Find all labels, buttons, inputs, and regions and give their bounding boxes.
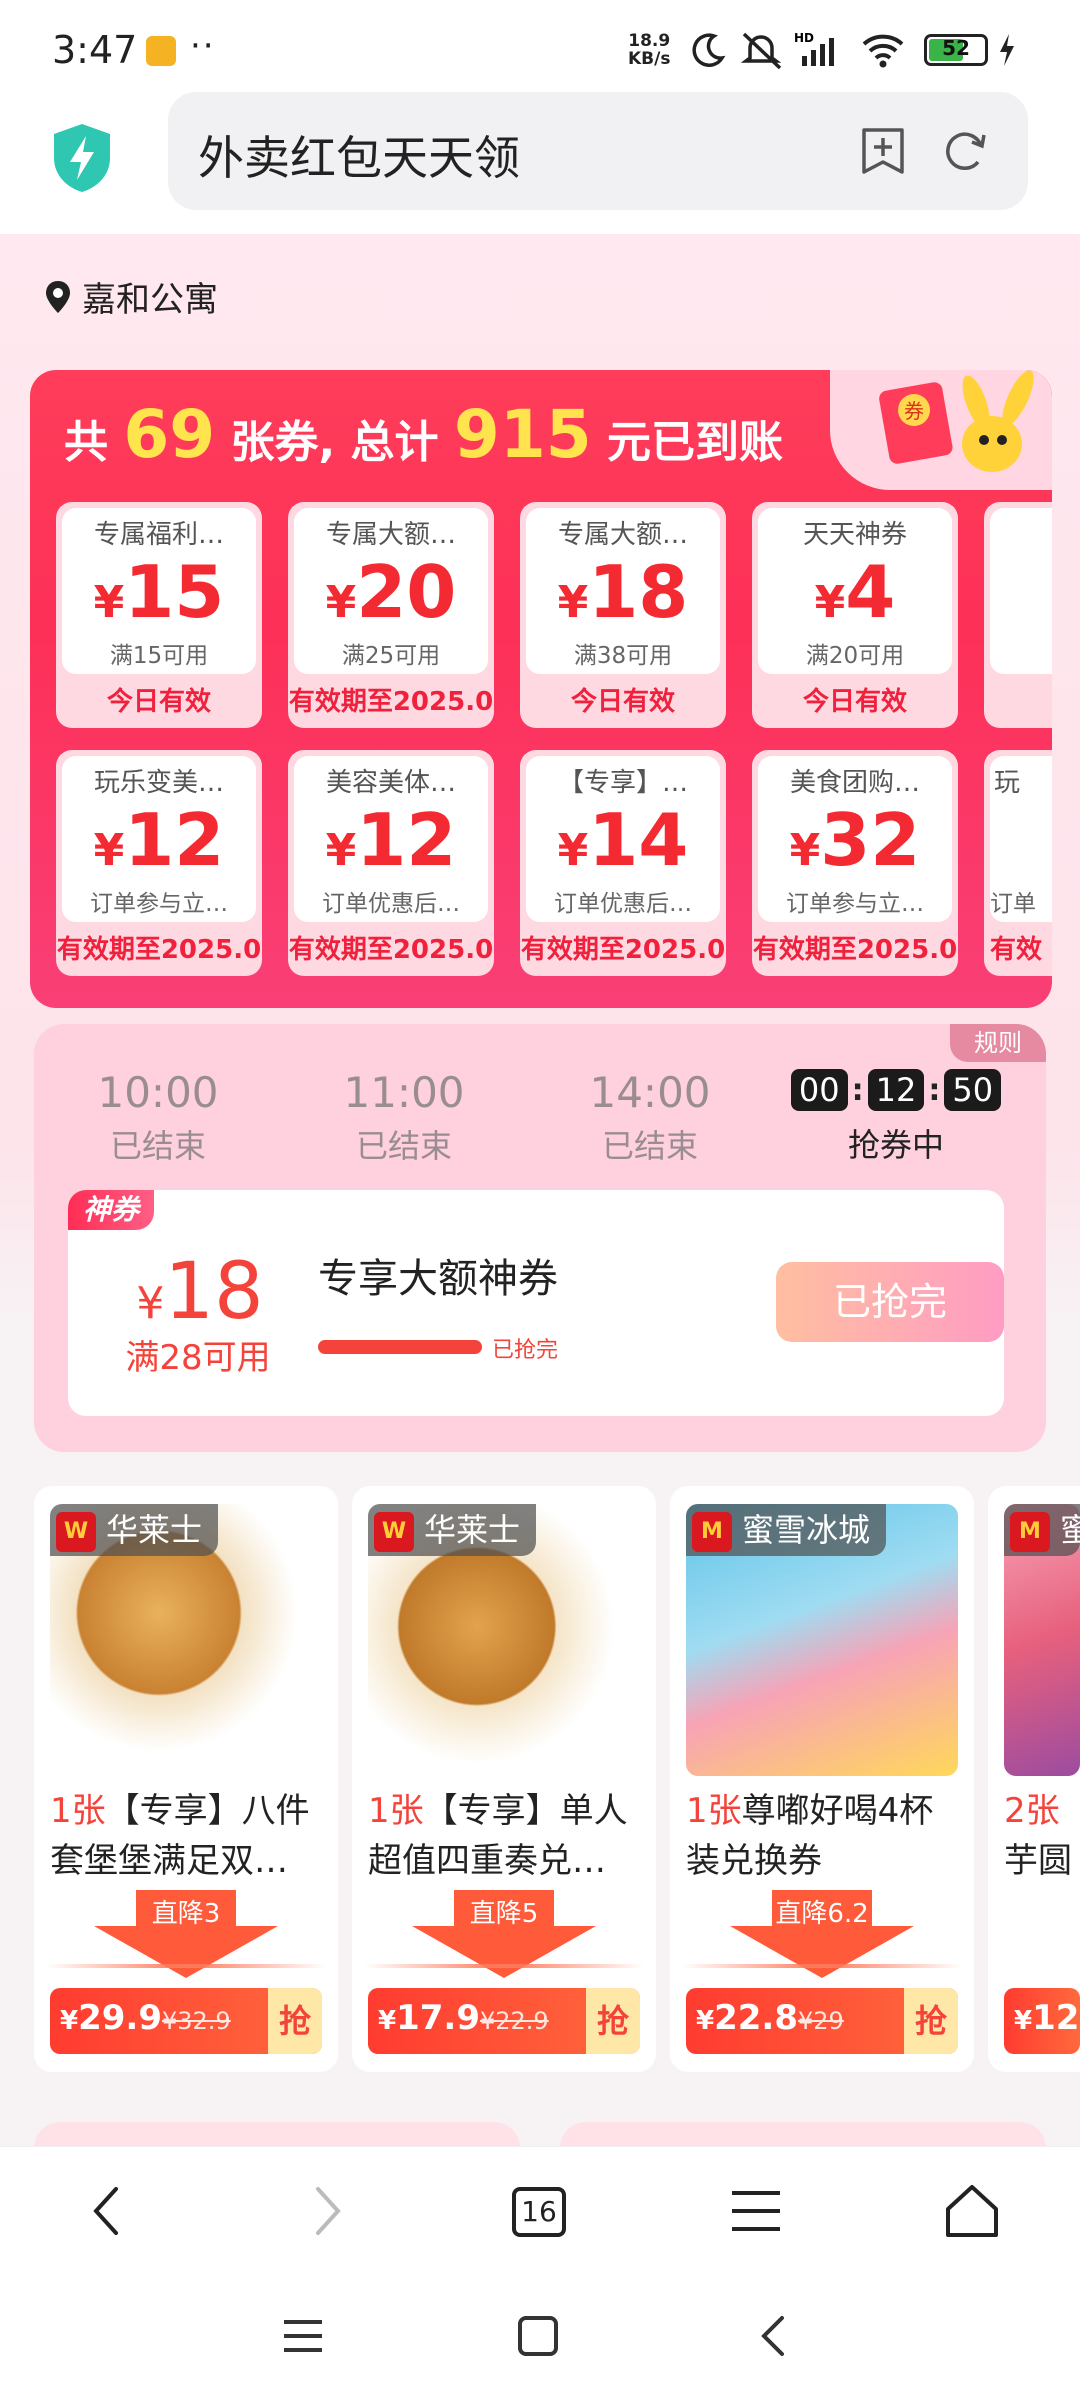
grab-button[interactable]: 抢: [586, 1988, 640, 2054]
coupon-summary-panel: 共 69 张券, 总计 915 元已到账 券 专属福利… ¥15 满15可用 今日有效…: [30, 370, 1052, 1008]
coupon-total: 915: [453, 396, 592, 473]
browser-toolbar: 16: [0, 2146, 1080, 2274]
coupon-card[interactable]: 天天神券 ¥4 满20可用 今日有效: [752, 502, 958, 728]
coupon-card-partial[interactable]: 玩订单 有效: [984, 750, 1052, 976]
buy-bar[interactable]: ¥12: [1004, 1988, 1080, 2054]
coupon-card[interactable]: 专属福利… ¥15 满15可用 今日有效: [56, 502, 262, 728]
coupon-card-partial[interactable]: [984, 502, 1052, 728]
time-slot[interactable]: 11:00 已结束: [304, 1068, 504, 1167]
grab-button[interactable]: 抢: [904, 1988, 958, 2054]
home-icon[interactable]: [942, 2181, 1002, 2241]
coupon-row-2: 玩乐变美… ¥12 订单参与立… 有效期至2025.0 美容美体… ¥12 订单优惠后… 有…: [56, 750, 1052, 976]
svg-text:直降3: 直降3: [152, 1899, 221, 1929]
svg-text:券: 券: [904, 399, 924, 423]
address-bar: 外卖红包天天领: [0, 92, 1080, 234]
charging-icon: [1000, 34, 1014, 66]
url-text[interactable]: 外卖红包天天领: [198, 122, 520, 188]
time-slot-active[interactable]: 00: 12: 50 抢券中: [790, 1068, 1002, 1166]
coupon-card[interactable]: 玩乐变美… ¥12 订单参与立… 有效期至2025.0: [56, 750, 262, 976]
system-back-icon[interactable]: [750, 2312, 800, 2362]
mixue-logo-icon: M: [692, 1512, 732, 1552]
add-bookmark-icon[interactable]: [858, 124, 908, 178]
back-icon[interactable]: [82, 2181, 132, 2241]
wifi-icon: [862, 34, 904, 68]
time-slot[interactable]: 10:00 已结束: [58, 1068, 258, 1167]
url-field[interactable]: 外卖红包天天领: [168, 92, 1028, 210]
coupon-headline: 共 69 张券, 总计 915 元已到账: [64, 396, 783, 473]
forward-icon[interactable]: [302, 2181, 352, 2241]
product-card[interactable]: 华莱士 W 1张【专享】单人超值四重奏兑… 直降5 ¥17.9¥22.9 抢: [352, 1486, 656, 2072]
coupon-card[interactable]: 【专享】… ¥14 订单优惠后… 有效期至2025.0: [520, 750, 726, 976]
svg-text:直降6.2: 直降6.2: [775, 1899, 868, 1929]
product-card[interactable]: 蜜雪冰城 M 1张尊嘟好喝4杯装兑换券 直降6.2 ¥22.8¥29 抢: [670, 1486, 974, 2072]
product-title: 2张 芋圆: [1004, 1791, 1072, 1881]
coupon-row-1: 专属福利… ¥15 满15可用 今日有效 专属大额… ¥20 满25可用 有效期至2025.…: [56, 502, 1052, 728]
status-bar: 3:47 ·· 18.9 KB/s HD 52: [0, 0, 1080, 92]
buy-bar[interactable]: ¥22.8¥29 抢: [686, 1988, 958, 2054]
product-card-partial[interactable]: 蜜 M 2张 芋圆 ¥12: [988, 1486, 1080, 2072]
flash-deal-card[interactable]: ¥18 满28可用 专享大额神券 已抢完 已抢完: [68, 1190, 1004, 1416]
mixue-logo-icon: M: [1010, 1512, 1050, 1552]
more-notifications-icon: ··: [190, 26, 216, 66]
mascot-icon: 券: [879, 370, 1034, 472]
app-notification-icon: [146, 36, 176, 66]
product-title: 1张尊嘟好喝4杯装兑换券: [686, 1791, 934, 1881]
system-navigation-bar: [0, 2274, 1080, 2400]
deal-progress-bar: [318, 1340, 482, 1354]
coupon-count: 69: [123, 396, 216, 473]
svg-text:HD: HD: [794, 31, 814, 45]
refresh-icon[interactable]: [940, 124, 990, 178]
wallace-logo-icon: W: [56, 1512, 96, 1552]
countdown-timer: 00: 12: 50: [790, 1064, 1002, 1116]
mute-icon: [740, 32, 782, 70]
hd-signal-icon: HD: [794, 31, 834, 66]
wallace-logo-icon: W: [374, 1512, 414, 1552]
coupon-card[interactable]: 美食团购… ¥32 订单参与立… 有效期至2025.0: [752, 750, 958, 976]
deal-title: 专享大额神券: [318, 1256, 558, 1302]
home-square-icon[interactable]: [514, 2312, 564, 2362]
location-selector[interactable]: 嘉和公寓: [44, 272, 218, 321]
svg-text:直降5: 直降5: [470, 1899, 539, 1929]
coupon-card[interactable]: 专属大额… ¥18 满38可用 今日有效: [520, 502, 726, 728]
network-speed: 18.9 KB/s: [628, 31, 671, 69]
clock: 3:47: [52, 28, 138, 72]
product-card[interactable]: 华莱士 W 1张【专享】八件套堡堡满足双… 直降3 ¥29.9¥32.9 抢: [34, 1486, 338, 2072]
recent-apps-icon[interactable]: [278, 2312, 328, 2362]
buy-bar[interactable]: ¥17.9¥22.9 抢: [368, 1988, 640, 2054]
god-coupon-badge: 神券: [68, 1190, 154, 1230]
location-label: 嘉和公寓: [82, 280, 218, 320]
menu-icon[interactable]: [726, 2181, 786, 2241]
deal-progress-label: 已抢完: [492, 1338, 559, 1363]
battery-icon: 52: [924, 34, 988, 66]
time-slot[interactable]: 14:00 已结束: [550, 1068, 750, 1167]
sold-out-button[interactable]: 已抢完: [776, 1262, 1004, 1342]
deal-min-spend: 满28可用: [125, 1338, 271, 1378]
location-pin-icon: [46, 280, 70, 313]
rules-button[interactable]: 规则: [950, 1024, 1046, 1062]
shield-lightning-icon[interactable]: [50, 122, 114, 194]
grab-button[interactable]: 抢: [268, 1988, 322, 2054]
product-title: 1张【专享】单人超值四重奏兑…: [368, 1791, 628, 1881]
flash-sale-section: 规则 10:00 已结束 11:00 已结束 14:00 已结束 00: 12: 50…: [34, 1024, 1046, 1452]
product-title: 1张【专享】八件套堡堡满足双…: [50, 1791, 310, 1881]
coupon-card[interactable]: 专属大额… ¥20 满25可用 有效期至2025.0: [288, 502, 494, 728]
buy-bar[interactable]: ¥29.9¥32.9 抢: [50, 1988, 322, 2054]
tabs-icon[interactable]: 16: [512, 2187, 566, 2237]
moon-icon: [692, 33, 726, 67]
coupon-card[interactable]: 美容美体… ¥12 订单优惠后… 有效期至2025.0: [288, 750, 494, 976]
